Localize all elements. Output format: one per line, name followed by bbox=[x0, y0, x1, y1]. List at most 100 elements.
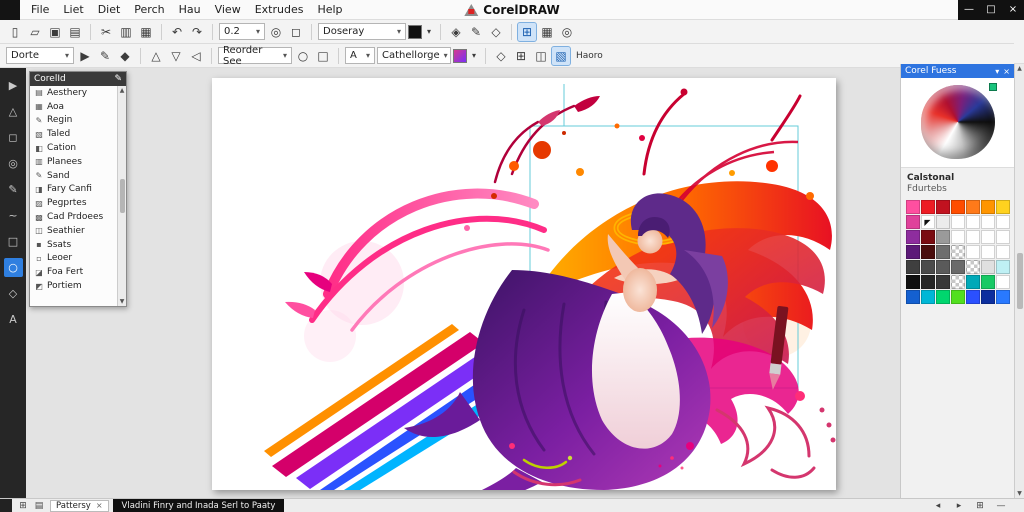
object-name-combo[interactable]: Dorte ▾ bbox=[6, 47, 74, 64]
open-icon[interactable]: ▱ bbox=[26, 23, 44, 41]
scroll-up-icon[interactable]: ▲ bbox=[1017, 65, 1022, 72]
color-swatch[interactable] bbox=[950, 245, 965, 259]
dropdown-arrow-icon[interactable]: ▾ bbox=[283, 51, 287, 60]
effects-icon[interactable]: ▧ bbox=[551, 45, 571, 66]
print-icon[interactable]: ▤ bbox=[66, 23, 84, 41]
scroll-down-icon[interactable]: ▼ bbox=[120, 298, 125, 305]
color-swatch[interactable] bbox=[995, 275, 1010, 289]
scroll-up-icon[interactable]: ▲ bbox=[120, 87, 125, 94]
docker-item-leoer[interactable]: ▫ Leoer bbox=[30, 252, 117, 266]
rect-icon[interactable]: □ bbox=[314, 47, 332, 65]
pages-icon[interactable]: ⊞ bbox=[16, 501, 30, 511]
color-swatch[interactable] bbox=[950, 200, 965, 214]
color-swatch[interactable] bbox=[920, 275, 935, 289]
fill-color-chip[interactable] bbox=[453, 48, 467, 63]
guidelines-icon[interactable]: ▦ bbox=[538, 23, 556, 41]
color-swatch[interactable] bbox=[905, 200, 920, 214]
app-corner-icon[interactable] bbox=[0, 0, 20, 20]
dropdown-arrow-icon[interactable]: ▾ bbox=[397, 27, 401, 36]
fill-tool-icon[interactable]: ◆ bbox=[116, 47, 134, 65]
color-swatch[interactable] bbox=[950, 215, 965, 229]
docker-item-cad-prdoees[interactable]: ▩ Cad Prdoees bbox=[30, 210, 117, 224]
color-swatch[interactable] bbox=[980, 290, 995, 304]
layers-icon[interactable]: ▤ bbox=[32, 501, 46, 511]
menu-help[interactable]: Help bbox=[310, 3, 349, 16]
docker-item-cation[interactable]: ◧ Cation bbox=[30, 141, 117, 155]
font-dropdown[interactable]: A ▾ bbox=[345, 47, 375, 64]
fillchip-arrow-icon[interactable]: ▾ bbox=[469, 47, 479, 65]
color-swatch[interactable] bbox=[950, 290, 965, 304]
spinner-arrow-icon[interactable]: ▾ bbox=[256, 27, 260, 36]
copy-icon[interactable]: ▥ bbox=[117, 23, 135, 41]
color-swatch[interactable] bbox=[920, 245, 935, 259]
menu-view[interactable]: View bbox=[208, 3, 248, 16]
rectangle-tool[interactable]: □ bbox=[4, 232, 23, 251]
add-page-icon[interactable]: ⊞ bbox=[973, 501, 987, 511]
color-swatch[interactable] bbox=[935, 290, 950, 304]
color-swatch-cursor[interactable]: ◤ bbox=[920, 215, 935, 229]
menu-hau[interactable]: Hau bbox=[172, 3, 208, 16]
color-swatch[interactable] bbox=[935, 260, 950, 274]
dropdown-arrow-icon[interactable]: ▾ bbox=[444, 51, 448, 60]
color-swatch[interactable] bbox=[905, 290, 920, 304]
pick-tool[interactable]: ▶ bbox=[4, 76, 23, 95]
redo-icon[interactable]: ↷ bbox=[188, 23, 206, 41]
grid-toggle-icon[interactable]: ⊞ bbox=[517, 21, 537, 42]
dropdown-arrow-icon[interactable]: ▾ bbox=[366, 51, 370, 60]
outline-options-icon[interactable]: ◇ bbox=[492, 47, 510, 65]
color-swatch[interactable] bbox=[935, 245, 950, 259]
edit-mode-icon[interactable]: ✎ bbox=[467, 23, 485, 41]
menu-perch[interactable]: Perch bbox=[127, 3, 171, 16]
color-swatch[interactable] bbox=[995, 230, 1010, 244]
color-swatch[interactable] bbox=[995, 200, 1010, 214]
color-docker-header[interactable]: Corel Fuess ▾ × bbox=[901, 64, 1014, 78]
outline-color-chip[interactable] bbox=[408, 24, 422, 39]
wireframe-icon[interactable]: ◇ bbox=[487, 23, 505, 41]
transparency-icon[interactable]: ⊞ bbox=[512, 47, 530, 65]
color-swatch[interactable] bbox=[980, 230, 995, 244]
freehand-tool[interactable]: ✎ bbox=[4, 180, 23, 199]
page-tab[interactable]: Pattersy × bbox=[50, 499, 109, 512]
color-swatch[interactable] bbox=[935, 215, 950, 229]
canvas-area[interactable]: CorelId ✎ ▤ Aesthery ▦ Aoa ✎ Regin ▧ Taled ◧ Cati… bbox=[26, 68, 900, 498]
color-swatch[interactable] bbox=[995, 260, 1010, 274]
color-swatch[interactable] bbox=[935, 200, 950, 214]
paste-icon[interactable]: ▦ bbox=[137, 23, 155, 41]
ellipse-icon[interactable]: ○ bbox=[294, 47, 312, 65]
pan-tool-icon[interactable]: ◻ bbox=[287, 23, 305, 41]
cut-icon[interactable]: ✂ bbox=[97, 23, 115, 41]
prev-page-icon[interactable]: ◂ bbox=[931, 501, 945, 511]
docker-item-aoa[interactable]: ▦ Aoa bbox=[30, 100, 117, 114]
color-swatch[interactable] bbox=[980, 245, 995, 259]
docker-scrollbar[interactable]: ▲ ▼ bbox=[117, 86, 126, 306]
scroll-thumb[interactable] bbox=[119, 179, 125, 213]
artistic-media-tool[interactable]: ~ bbox=[4, 206, 23, 225]
undo-icon[interactable]: ↶ bbox=[168, 23, 186, 41]
color-swatch[interactable] bbox=[965, 215, 980, 229]
ellipse-tool[interactable]: ○ bbox=[3, 258, 23, 277]
rotate-left-icon[interactable]: △ bbox=[147, 47, 165, 65]
maximize-button[interactable]: □ bbox=[980, 0, 1002, 20]
color-swatch[interactable] bbox=[905, 230, 920, 244]
color-swatch[interactable] bbox=[935, 230, 950, 244]
color-swatch[interactable] bbox=[965, 245, 980, 259]
color-swatch[interactable] bbox=[965, 290, 980, 304]
crop-tool[interactable]: ◻ bbox=[4, 128, 23, 147]
pick-tool-icon[interactable]: ▶ bbox=[76, 47, 94, 65]
color-swatch[interactable] bbox=[980, 260, 995, 274]
page-tab-close-icon[interactable]: × bbox=[96, 501, 103, 510]
color-swatch[interactable] bbox=[905, 275, 920, 289]
color-swatch[interactable] bbox=[980, 275, 995, 289]
color-swatch[interactable] bbox=[965, 260, 980, 274]
color-swatch[interactable] bbox=[950, 260, 965, 274]
color-wheel[interactable] bbox=[920, 85, 995, 159]
close-button[interactable]: × bbox=[1002, 0, 1024, 20]
scroll-thumb[interactable] bbox=[1016, 253, 1023, 309]
docker-item-fary-canfi[interactable]: ◨ Fary Canfi bbox=[30, 183, 117, 197]
color-swatch[interactable] bbox=[935, 275, 950, 289]
rollup-icon[interactable]: ▾ bbox=[995, 67, 999, 76]
zoom-tool-icon[interactable]: ◎ bbox=[267, 23, 285, 41]
color-swatch[interactable] bbox=[950, 230, 965, 244]
docker-item-aesthery[interactable]: ▤ Aesthery bbox=[30, 86, 117, 100]
menu-liet[interactable]: Liet bbox=[56, 3, 90, 16]
